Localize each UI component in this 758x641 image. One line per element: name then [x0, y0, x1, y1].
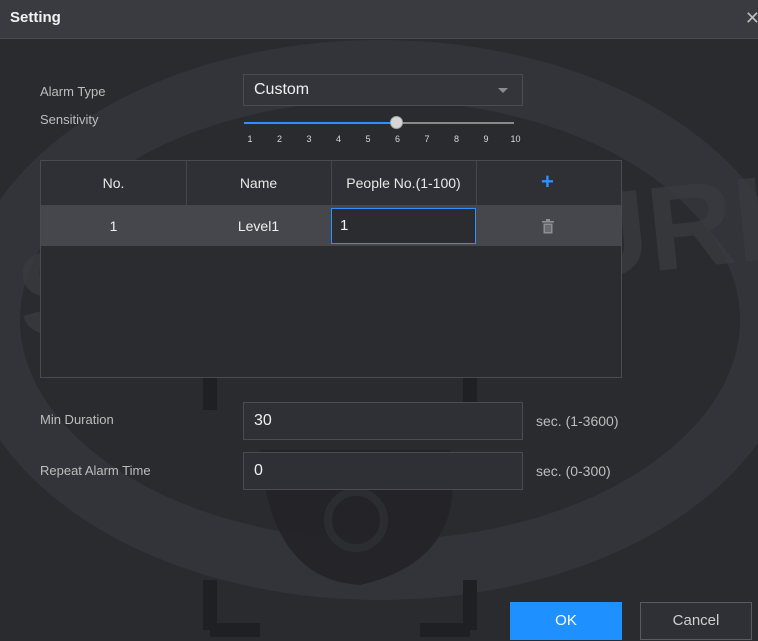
min-duration-label: Min Duration [40, 412, 114, 427]
trash-icon[interactable] [541, 218, 555, 234]
title-bar: Setting ✕ [0, 0, 758, 39]
table-header: No. Name People No.(1-100) + [41, 161, 621, 206]
sensitivity-tick: 8 [453, 134, 460, 144]
alarm-type-value: Custom [254, 81, 310, 98]
people-no-input[interactable]: 1 [331, 208, 476, 244]
alarm-type-select[interactable]: Custom [243, 74, 523, 106]
min-duration-input[interactable]: 30 [243, 402, 523, 440]
ok-button[interactable]: OK [510, 602, 622, 640]
alarm-type-label: Alarm Type [40, 84, 106, 99]
level-table: No. Name People No.(1-100) + 1 Level1 1 [40, 160, 622, 378]
col-people: People No.(1-100) [346, 175, 461, 191]
col-no: No. [102, 175, 125, 191]
cancel-button[interactable]: Cancel [640, 602, 752, 640]
chevron-down-icon [498, 88, 508, 93]
row-name: Level1 [237, 218, 280, 234]
sensitivity-tick: 9 [483, 134, 489, 144]
slider-handle[interactable] [389, 116, 403, 129]
col-name: Name [239, 175, 278, 191]
dialog-title: Setting [10, 9, 61, 26]
sensitivity-tick: 6 [394, 134, 401, 144]
col-divider [476, 161, 477, 205]
sensitivity-tick: 10 [510, 134, 521, 144]
sensitivity-tick: 2 [276, 134, 283, 144]
sensitivity-tick: 3 [306, 134, 312, 144]
sensitivity-tick: 7 [424, 134, 430, 144]
repeat-alarm-unit: sec. (0-300) [536, 463, 611, 479]
sensitivity-tick: 4 [335, 134, 342, 144]
row-no: 1 [109, 218, 118, 234]
min-duration-unit: sec. (1-3600) [536, 413, 619, 429]
close-icon[interactable]: ✕ [745, 8, 758, 29]
sensitivity-slider[interactable] [244, 116, 514, 129]
repeat-alarm-input[interactable]: 0 [243, 452, 523, 490]
sensitivity-tick: 5 [365, 134, 371, 144]
sensitivity-ticks: 1 2 3 4 5 6 7 8 9 10 [246, 134, 526, 146]
table-row: 1 Level1 1 [41, 206, 621, 246]
repeat-alarm-label: Repeat Alarm Time [40, 463, 151, 478]
slider-fill [244, 122, 396, 124]
sensitivity-tick: 1 [247, 134, 253, 144]
sensitivity-label: Sensitivity [40, 112, 99, 127]
add-row-icon[interactable]: + [541, 171, 554, 193]
